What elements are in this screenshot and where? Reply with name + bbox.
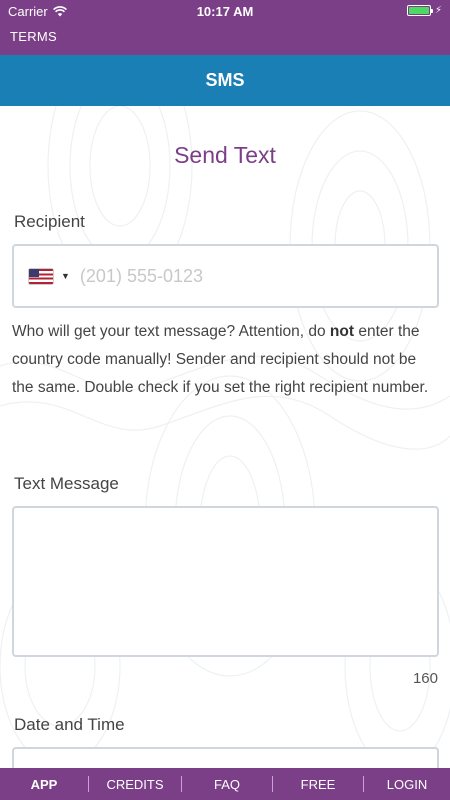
- header: SMS: [0, 55, 450, 106]
- status-bar: Carrier 10:17 AM ⚡: [0, 0, 450, 24]
- bottom-nav: APP CREDITS FAQ FREE LOGIN: [0, 768, 450, 800]
- wood-grain-background: [0, 106, 450, 768]
- nav-item-free[interactable]: FREE: [273, 768, 363, 800]
- battery-fill: [408, 7, 429, 14]
- flag-us-icon: [29, 268, 53, 284]
- phone-input[interactable]: [79, 265, 380, 287]
- nav-item-app[interactable]: APP: [0, 768, 88, 800]
- recipient-phone-field[interactable]: ▼: [12, 244, 439, 308]
- nav-item-login[interactable]: LOGIN: [364, 768, 450, 800]
- status-time: 10:17 AM: [196, 4, 254, 19]
- header-title: SMS: [205, 70, 245, 90]
- message-label: Text Message: [14, 474, 119, 493]
- char-counter: 160: [412, 670, 438, 687]
- status-right: ⚡: [406, 5, 442, 16]
- main-content[interactable]: Send Text Recipient ▼ Who will get your …: [0, 106, 450, 768]
- recipient-help-text: Who will get your text message? Attentio…: [12, 318, 432, 402]
- date-time-field[interactable]: [12, 747, 439, 768]
- help-text-emphasis: not: [329, 323, 355, 340]
- nav-item-credits[interactable]: CREDITS: [89, 768, 181, 800]
- charging-icon: ⚡: [434, 5, 442, 16]
- battery-icon: [406, 5, 433, 16]
- date-time-label: Date and Time: [14, 715, 125, 734]
- country-code-select[interactable]: ▼: [29, 268, 70, 284]
- help-text-part-1: Who will get your text message? Attentio…: [12, 323, 330, 340]
- terms-link[interactable]: TERMS: [10, 29, 57, 44]
- caret-down-icon: ▼: [61, 271, 70, 281]
- nav-item-faq[interactable]: FAQ: [182, 768, 272, 800]
- recipient-label: Recipient: [14, 212, 85, 231]
- page-title: Send Text: [174, 142, 276, 168]
- message-textarea[interactable]: [12, 506, 439, 657]
